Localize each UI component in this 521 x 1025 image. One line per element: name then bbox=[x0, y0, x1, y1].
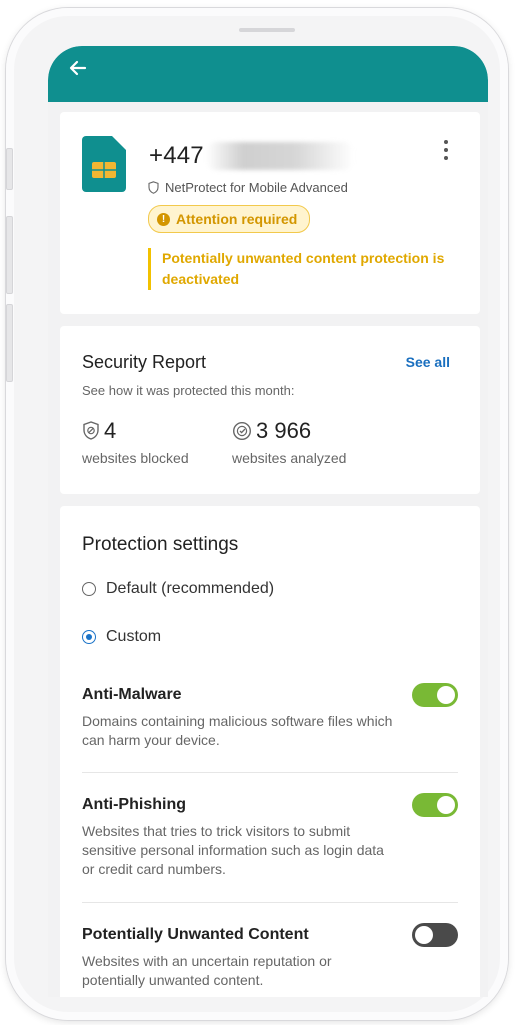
radio-label: Custom bbox=[106, 628, 162, 645]
app-bar bbox=[48, 46, 488, 102]
phone-frame: +447 NetProtect for Mobile Advanced ! At… bbox=[6, 8, 508, 1020]
blocked-value: 4 bbox=[104, 418, 117, 443]
side-button bbox=[6, 304, 13, 382]
blocked-stat: 4 websites blocked bbox=[82, 418, 189, 466]
attention-label: Attention required bbox=[176, 211, 298, 227]
phone-number: +447 bbox=[149, 142, 204, 169]
setting-title: Anti-Phishing bbox=[82, 796, 186, 813]
scan-check-icon bbox=[232, 421, 252, 441]
product-row: NetProtect for Mobile Advanced bbox=[148, 180, 348, 195]
radio-button[interactable] bbox=[82, 582, 96, 596]
attention-badge: ! Attention required bbox=[148, 205, 311, 233]
blocked-label: websites blocked bbox=[82, 450, 189, 466]
setting-title: Anti-Malware bbox=[82, 686, 182, 703]
anti-malware-toggle[interactable] bbox=[412, 683, 458, 707]
radio-button-selected[interactable] bbox=[82, 630, 96, 644]
divider bbox=[82, 772, 458, 773]
more-vertical-icon[interactable] bbox=[442, 140, 450, 162]
analyzed-label: websites analyzed bbox=[232, 450, 347, 466]
shield-blocked-icon bbox=[83, 421, 99, 440]
divider bbox=[82, 902, 458, 903]
security-report-title: Security Report bbox=[82, 352, 207, 372]
radio-option-default[interactable]: Default (recommended) bbox=[82, 580, 274, 598]
side-button bbox=[6, 148, 13, 190]
setting-anti-malware: Anti-Malware Domains containing maliciou… bbox=[82, 683, 458, 750]
alert-icon: ! bbox=[157, 212, 170, 226]
security-report-card: Security Report See all See how it was p… bbox=[60, 326, 480, 494]
product-name: NetProtect for Mobile Advanced bbox=[165, 180, 348, 195]
redacted-number bbox=[206, 142, 354, 170]
device-card: +447 NetProtect for Mobile Advanced ! At… bbox=[60, 112, 480, 314]
shield-outline-icon bbox=[148, 181, 159, 194]
anti-phishing-toggle[interactable] bbox=[412, 793, 458, 817]
warning-message: Potentially unwanted content protection … bbox=[148, 248, 472, 290]
setting-description: Domains containing malicious software fi… bbox=[82, 713, 393, 748]
speaker-notch bbox=[239, 28, 295, 32]
security-report-subtitle: See how it was protected this month: bbox=[82, 383, 295, 398]
setting-anti-phishing: Anti-Phishing Websites that tries to tri… bbox=[82, 793, 458, 879]
analyzed-stat: 3 966 websites analyzed bbox=[232, 418, 346, 466]
sim-card-icon bbox=[82, 136, 126, 192]
protection-settings-card: Protection settings Default (recommended… bbox=[60, 506, 480, 997]
app-screen: +447 NetProtect for Mobile Advanced ! At… bbox=[48, 46, 488, 997]
radio-option-custom[interactable]: Custom bbox=[82, 628, 161, 646]
setting-description: Websites with an uncertain reputation or… bbox=[82, 953, 332, 988]
setting-title: Potentially Unwanted Content bbox=[82, 926, 309, 943]
side-button bbox=[6, 216, 13, 294]
arrow-left-icon[interactable] bbox=[68, 58, 92, 82]
potentially-unwanted-content-toggle[interactable] bbox=[412, 923, 458, 947]
radio-label: Default (recommended) bbox=[106, 580, 275, 597]
setting-description: Websites that tries to trick visitors to… bbox=[82, 823, 384, 877]
analyzed-value: 3 966 bbox=[256, 418, 312, 443]
protection-settings-title: Protection settings bbox=[82, 534, 239, 555]
setting-potentially-unwanted-content: Potentially Unwanted Content Websites wi… bbox=[82, 923, 458, 990]
see-all-link[interactable]: See all bbox=[406, 354, 450, 370]
